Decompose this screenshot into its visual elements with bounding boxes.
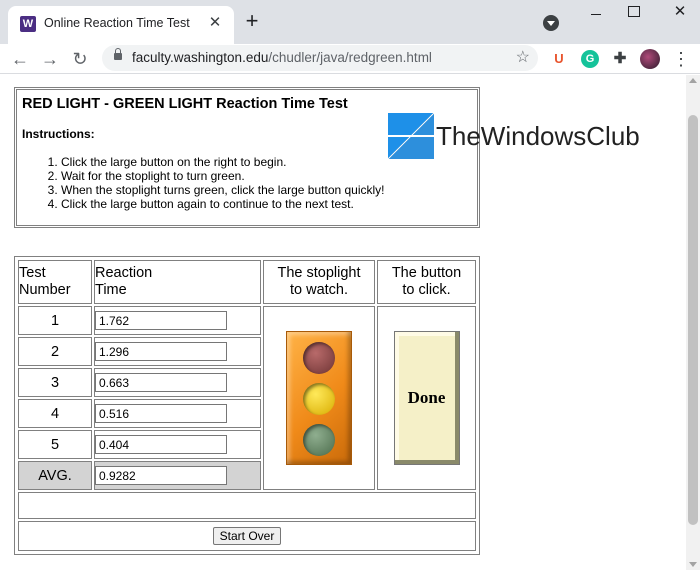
lock-icon[interactable] bbox=[114, 48, 122, 60]
reaction-time-cell bbox=[94, 337, 261, 366]
page-title: RED LIGHT - GREEN LIGHT Reaction Time Te… bbox=[22, 96, 348, 112]
test-number: 4 bbox=[18, 399, 92, 428]
bookmark-star-icon[interactable]: ☆ bbox=[516, 48, 530, 68]
green-light-icon bbox=[303, 424, 335, 456]
header-reaction-time: Reaction Time bbox=[94, 260, 261, 304]
instruction-item: Wait for the stoplight to turn green. bbox=[61, 169, 472, 183]
minimize-button[interactable] bbox=[583, 4, 609, 24]
back-icon[interactable]: ← bbox=[8, 47, 32, 71]
header-test-number: Test Number bbox=[18, 260, 92, 304]
empty-row bbox=[18, 492, 476, 519]
instruction-item: When the stoplight turns green, click th… bbox=[61, 183, 472, 197]
new-tab-button[interactable]: + bbox=[240, 10, 264, 34]
reaction-time-cell bbox=[94, 368, 261, 397]
scroll-down-icon[interactable] bbox=[689, 562, 697, 567]
instruction-item: Click the large button again to continue… bbox=[61, 197, 472, 211]
header-button: The button to click. bbox=[377, 260, 476, 304]
extensions-puzzle-icon[interactable]: ✚ bbox=[611, 50, 629, 68]
test-number: 5 bbox=[18, 430, 92, 459]
watermark-text: TheWindowsClub bbox=[436, 121, 640, 151]
scroll-thumb[interactable] bbox=[688, 115, 698, 525]
tab-search-icon[interactable] bbox=[543, 15, 559, 31]
reaction-time-cell bbox=[94, 306, 261, 335]
red-light-icon bbox=[303, 342, 335, 374]
reaction-click-button[interactable]: Done bbox=[393, 331, 460, 465]
start-over-cell: Start Over bbox=[18, 521, 476, 551]
vertical-scrollbar[interactable] bbox=[686, 75, 700, 570]
reaction-time-field[interactable] bbox=[95, 342, 227, 361]
start-over-button[interactable]: Start Over bbox=[212, 527, 282, 545]
maximize-button[interactable] bbox=[628, 6, 640, 17]
header-stoplight: The stoplight to watch. bbox=[263, 260, 375, 304]
test-number: 1 bbox=[18, 306, 92, 335]
url-text: faculty.washington.edu/chudler/java/redg… bbox=[132, 50, 432, 65]
avg-time-cell bbox=[94, 461, 261, 490]
menu-dots-icon[interactable]: ⋮ bbox=[672, 48, 690, 70]
reload-icon[interactable]: ↻ bbox=[68, 47, 92, 71]
table-row: 1 Done bbox=[18, 306, 476, 490]
browser-toolbar: ← → ↻ faculty.washington.edu/chudler/jav… bbox=[0, 44, 700, 74]
test-number: 2 bbox=[18, 337, 92, 366]
test-number: 3 bbox=[18, 368, 92, 397]
stoplight-cell bbox=[263, 306, 375, 490]
click-button-cell: Done bbox=[377, 306, 476, 490]
instructions-list: Click the large button on the right to b… bbox=[22, 155, 472, 211]
windows-logo-icon bbox=[388, 113, 434, 159]
forward-icon[interactable]: → bbox=[38, 47, 62, 71]
avg-label: AVG. bbox=[18, 461, 92, 490]
address-bar[interactable]: faculty.washington.edu/chudler/java/redg… bbox=[102, 45, 538, 71]
favicon-icon: W bbox=[20, 16, 36, 32]
reaction-time-field[interactable] bbox=[95, 373, 227, 392]
reaction-time-field[interactable] bbox=[95, 435, 227, 454]
browser-tab[interactable]: W Online Reaction Time Test ✕ bbox=[8, 6, 234, 44]
reaction-time-field[interactable] bbox=[95, 311, 227, 330]
avg-time-field[interactable] bbox=[95, 466, 227, 485]
profile-avatar[interactable] bbox=[640, 49, 660, 69]
close-icon[interactable]: ✕ bbox=[206, 14, 224, 32]
extension-u-icon[interactable]: U bbox=[550, 50, 568, 68]
reaction-test-table: Test Number Reaction Time The stoplight to … bbox=[14, 256, 480, 555]
reaction-time-cell bbox=[94, 399, 261, 428]
stoplight bbox=[286, 331, 352, 465]
scroll-up-icon[interactable] bbox=[689, 78, 697, 83]
page-content: RED LIGHT - GREEN LIGHT Reaction Time Te… bbox=[0, 75, 686, 570]
window-close-button[interactable]: ✕ bbox=[670, 2, 690, 22]
yellow-light-icon bbox=[303, 383, 335, 415]
tab-title: Online Reaction Time Test bbox=[44, 16, 190, 30]
tab-strip: W Online Reaction Time Test ✕ + ✕ bbox=[0, 0, 700, 44]
reaction-time-cell bbox=[94, 430, 261, 459]
grammarly-icon[interactable]: G bbox=[581, 50, 599, 68]
reaction-time-field[interactable] bbox=[95, 404, 227, 423]
